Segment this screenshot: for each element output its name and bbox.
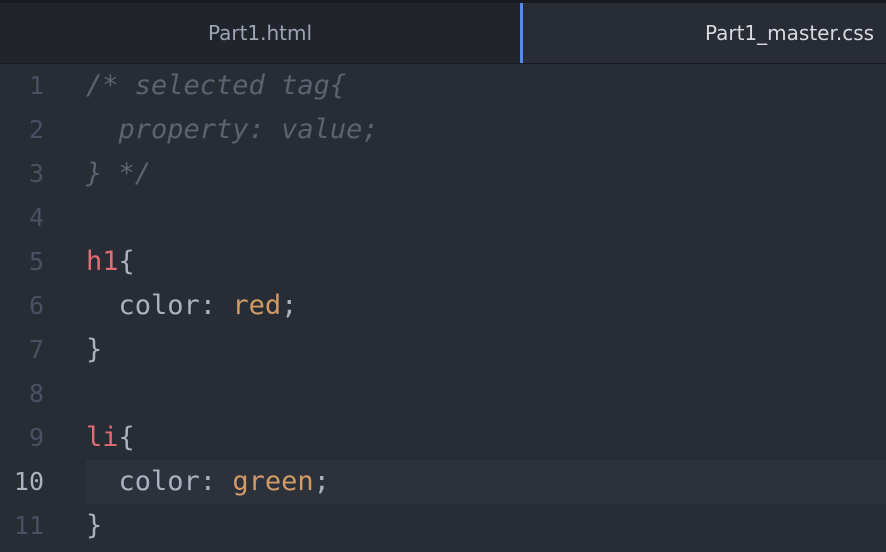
line-number: 11 [13,511,44,540]
line-number: 5 [28,247,44,276]
tab-bar: Part1.html Part1_master.css [0,0,886,64]
open-brace: { [118,246,135,277]
code-text[interactable]: } */ [86,152,886,196]
code-text[interactable]: h1{ [86,240,886,284]
code-line: 7 } [0,328,886,372]
code-editor[interactable]: 1 /* selected tag{ 2 property: value; 3 … [0,64,886,552]
code-text[interactable]: /* selected tag{ [86,64,886,108]
code-text[interactable] [86,372,886,416]
line-number: 6 [28,291,44,320]
code-line: 11 } [0,504,886,548]
code-text[interactable]: property: value; [86,108,886,152]
css-property: color [118,290,200,321]
code-line: 2 property: value; [0,108,886,152]
line-number: 2 [28,115,44,144]
code-line: 3 } */ [0,152,886,196]
code-line: 8 [0,372,886,416]
css-value: red [232,290,282,321]
code-line-active: 10 color: green; [0,460,886,504]
code-text[interactable]: } [86,504,886,548]
css-selector: h1 [86,246,119,277]
open-brace: { [118,422,135,453]
code-text[interactable]: color: green; [86,460,886,504]
code-text[interactable]: } [86,328,886,372]
semicolon: ; [281,290,298,321]
tab-part1-master-css[interactable]: Part1_master.css [520,3,886,63]
code-text[interactable]: color: red; [86,284,886,328]
line-number: 9 [28,423,44,452]
colon: : [199,290,233,321]
code-line: 5 h1{ [0,240,886,284]
line-number: 8 [28,379,44,408]
code-line: 9 li{ [0,416,886,460]
tab-label: Part1_master.css [704,21,875,45]
line-number: 4 [28,203,44,232]
tab-part1-html[interactable]: Part1.html [0,3,520,63]
line-number: 10 [13,467,44,496]
css-property: color [118,466,200,497]
code-line: 4 [0,196,886,240]
line-number: 1 [28,71,44,100]
line-number: 3 [28,159,44,188]
css-selector: li [86,422,119,453]
code-text[interactable]: li{ [86,416,886,460]
editor-window: Part1.html Part1_master.css 1 /* selecte… [0,0,886,552]
code-line: 6 color: red; [0,284,886,328]
css-value: green [232,466,314,497]
code-text[interactable] [86,196,886,240]
tab-label: Part1.html [207,21,313,45]
semicolon: ; [313,466,330,497]
colon: : [199,466,233,497]
code-line: 1 /* selected tag{ [0,64,886,108]
line-number: 7 [28,335,44,364]
